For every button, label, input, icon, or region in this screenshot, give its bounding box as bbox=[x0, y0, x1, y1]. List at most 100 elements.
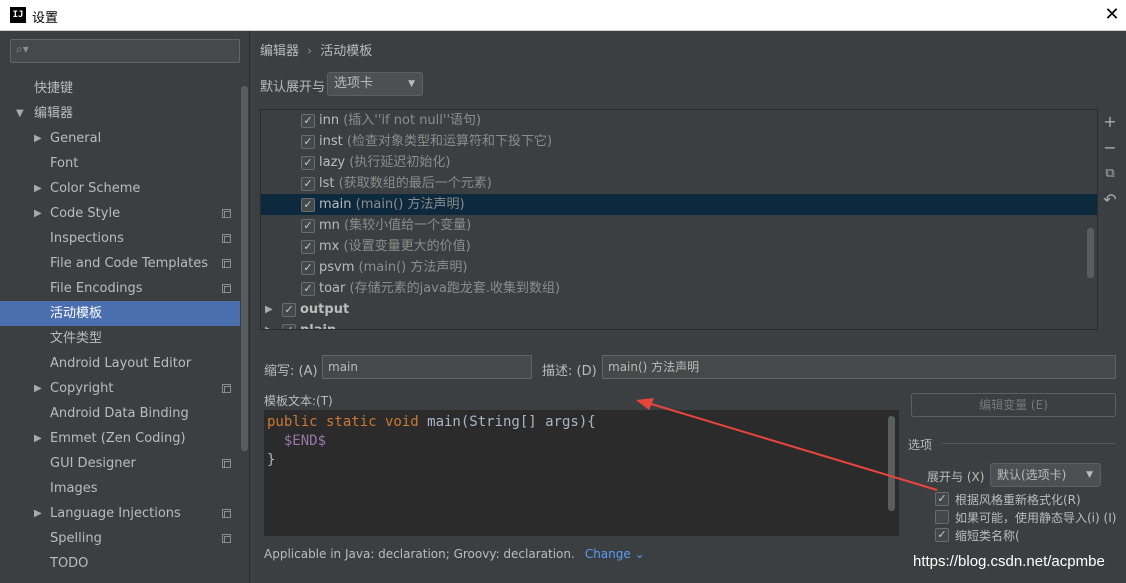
option-checkbox[interactable] bbox=[935, 510, 949, 524]
template-row[interactable]: ✓ mn (集较小值给一个变量) bbox=[261, 215, 1097, 236]
template-row[interactable]: ✓ lst (获取数组的最后一个元素) bbox=[261, 173, 1097, 194]
add-icon[interactable]: + bbox=[1099, 111, 1121, 133]
template-checkbox[interactable]: ✓ bbox=[301, 261, 315, 275]
template-checkbox[interactable]: ✓ bbox=[301, 282, 315, 296]
sidebar-item[interactable]: Inspections bbox=[0, 226, 240, 251]
code-scrollbar[interactable] bbox=[888, 416, 895, 511]
template-description: (集较小值给一个变量) bbox=[339, 218, 472, 233]
intellij-logo-icon: IJ bbox=[10, 7, 26, 23]
template-checkbox[interactable]: ✓ bbox=[301, 156, 315, 170]
option-checkbox[interactable]: ✓ bbox=[935, 492, 949, 506]
description-input[interactable]: main() 方法声明 bbox=[602, 355, 1116, 379]
template-abbreviation: lazy (执行延迟初始化) bbox=[319, 152, 450, 173]
template-description: (存储元素的java跑龙套.收集到数组) bbox=[345, 281, 561, 296]
sidebar-item[interactable]: Spelling bbox=[0, 526, 240, 551]
template-group-row[interactable]: ▶ ✓ output bbox=[261, 299, 1097, 320]
template-checkbox[interactable]: ✓ bbox=[301, 114, 315, 128]
template-checkbox[interactable]: ✓ bbox=[301, 219, 315, 233]
template-checkbox[interactable]: ✓ bbox=[301, 177, 315, 191]
sidebar-item[interactable]: TODO bbox=[0, 551, 240, 576]
group-checkbox[interactable]: ✓ bbox=[282, 303, 296, 317]
template-description: (main() 方法声明) bbox=[354, 260, 468, 275]
sidebar-item-label: Android Layout Editor bbox=[50, 356, 192, 371]
sidebar-item[interactable]: ▶ Code Style bbox=[0, 201, 240, 226]
sidebar-item[interactable]: File and Code Templates bbox=[0, 251, 240, 276]
template-abbreviation: toar (存储元素的java跑龙套.收集到数组) bbox=[319, 278, 560, 299]
project-scope-icon bbox=[222, 384, 231, 393]
sidebar-item-label: Images bbox=[50, 481, 98, 496]
sidebar-item-label: Inspections bbox=[50, 231, 124, 246]
project-scope-icon bbox=[222, 284, 231, 293]
collapse-arrow-icon[interactable]: ▶ bbox=[34, 126, 42, 151]
option-checkbox[interactable]: ✓ bbox=[935, 528, 949, 542]
template-checkbox[interactable]: ✓ bbox=[301, 198, 315, 212]
edit-variables-button[interactable]: 编辑变量 (E) bbox=[911, 393, 1116, 417]
template-abbreviation: inn (插入''if not null''语句) bbox=[319, 110, 481, 131]
sidebar-item[interactable]: ▼ 编辑器 bbox=[0, 101, 240, 126]
revert-icon[interactable]: ↶ bbox=[1099, 189, 1121, 211]
abbreviation-input[interactable]: main bbox=[322, 355, 532, 379]
template-checkbox[interactable]: ✓ bbox=[301, 240, 315, 254]
code-line-3: } bbox=[267, 452, 276, 468]
sidebar-item[interactable]: Images bbox=[0, 476, 240, 501]
template-abbr-text: toar bbox=[319, 281, 346, 296]
sidebar-scrollbar[interactable] bbox=[241, 86, 248, 451]
template-row[interactable]: ✓ mx (设置变量更大的价值) bbox=[261, 236, 1097, 257]
template-abbreviation: mx (设置变量更大的价值) bbox=[319, 236, 471, 257]
collapse-arrow-icon[interactable]: ▶ bbox=[34, 501, 42, 526]
template-row[interactable]: ✓ inn (插入''if not null''语句) bbox=[261, 110, 1097, 131]
sidebar-item-label: 快捷键 bbox=[34, 81, 74, 96]
copy-icon[interactable]: ⧉ bbox=[1099, 163, 1121, 185]
sidebar-item[interactable]: ▶ General bbox=[0, 126, 240, 151]
collapse-arrow-icon[interactable]: ▶ bbox=[265, 320, 273, 329]
template-row[interactable]: ✓ main (main() 方法声明) bbox=[261, 194, 1097, 215]
close-icon[interactable]: ✕ bbox=[1098, 0, 1126, 30]
template-text-editor[interactable]: public static void main(String[] args){ … bbox=[264, 410, 899, 536]
template-group-label: plain bbox=[300, 320, 336, 329]
option-label: 缩短类名称( bbox=[955, 529, 1020, 543]
template-row[interactable]: ✓ inst (检查对象类型和运算符和下投下它) bbox=[261, 131, 1097, 152]
settings-search-input[interactable] bbox=[35, 42, 235, 60]
template-group-row[interactable]: ▶ ✓ plain bbox=[261, 320, 1097, 329]
remove-icon[interactable]: − bbox=[1099, 137, 1121, 159]
collapse-arrow-icon[interactable]: ▶ bbox=[265, 299, 273, 320]
collapse-arrow-icon[interactable]: ▶ bbox=[34, 176, 42, 201]
sidebar-item[interactable]: ▶ Color Scheme bbox=[0, 176, 240, 201]
change-context-link[interactable]: Change ⌄ bbox=[585, 547, 645, 561]
settings-tree: 快捷键 ▼ 编辑器 ▶ General Font ▶ Color Scheme ▶ Code St… bbox=[0, 76, 240, 576]
template-abbr-text: main bbox=[319, 197, 352, 212]
sidebar-item[interactable]: 快捷键 bbox=[0, 76, 240, 101]
template-row[interactable]: ✓ lazy (执行延迟初始化) bbox=[261, 152, 1097, 173]
sidebar-item[interactable]: GUI Designer bbox=[0, 451, 240, 476]
sidebar-item[interactable]: Android Layout Editor bbox=[0, 351, 240, 376]
expand-with-select[interactable]: 默认(选项卡) ▼ bbox=[990, 463, 1101, 487]
collapse-arrow-icon[interactable]: ▶ bbox=[34, 201, 42, 226]
sidebar-item-label: Copyright bbox=[50, 381, 114, 396]
breadcrumb-editor[interactable]: 编辑器 bbox=[260, 44, 299, 59]
sidebar-item[interactable]: ▶ Language Injections bbox=[0, 501, 240, 526]
collapse-arrow-icon[interactable]: ▶ bbox=[34, 376, 42, 401]
default-expand-label: 默认展开与 bbox=[260, 80, 326, 95]
window-titlebar: IJ 设置 ✕ bbox=[0, 0, 1126, 31]
chevron-down-icon: ▼ bbox=[408, 79, 415, 89]
collapse-arrow-icon[interactable]: ▶ bbox=[34, 426, 42, 451]
template-abbr-text: lst bbox=[319, 176, 335, 191]
settings-search[interactable]: ⌕▾ bbox=[10, 39, 240, 63]
sidebar-item[interactable]: File Encodings bbox=[0, 276, 240, 301]
sidebar-item[interactable]: Font bbox=[0, 151, 240, 176]
expand-arrow-icon[interactable]: ▼ bbox=[16, 101, 24, 126]
sidebar-item[interactable]: 文件类型 bbox=[0, 326, 240, 351]
default-expand-select[interactable]: 选项卡 ▼ bbox=[327, 72, 423, 96]
live-templates-panel: 编辑器 › 活动模板 默认展开与 选项卡 ▼ ✓ inn (插入''if not nu… bbox=[251, 31, 1126, 583]
sidebar-item-label: GUI Designer bbox=[50, 456, 136, 471]
template-abbreviation: mn (集较小值给一个变量) bbox=[319, 215, 471, 236]
group-checkbox[interactable]: ✓ bbox=[282, 324, 296, 329]
sidebar-item[interactable]: ▶ Emmet (Zen Coding) bbox=[0, 426, 240, 451]
template-checkbox[interactable]: ✓ bbox=[301, 135, 315, 149]
template-row[interactable]: ✓ psvm (main() 方法声明) bbox=[261, 257, 1097, 278]
sidebar-item[interactable]: 活动模板 bbox=[0, 301, 240, 326]
settings-sidebar: ⌕▾ 快捷键 ▼ 编辑器 ▶ General Font ▶ Color Scheme ▶ Code… bbox=[0, 31, 250, 583]
sidebar-item[interactable]: ▶ Copyright bbox=[0, 376, 240, 401]
sidebar-item[interactable]: Android Data Binding bbox=[0, 401, 240, 426]
template-row[interactable]: ✓ toar (存储元素的java跑龙套.收集到数组) bbox=[261, 278, 1097, 299]
